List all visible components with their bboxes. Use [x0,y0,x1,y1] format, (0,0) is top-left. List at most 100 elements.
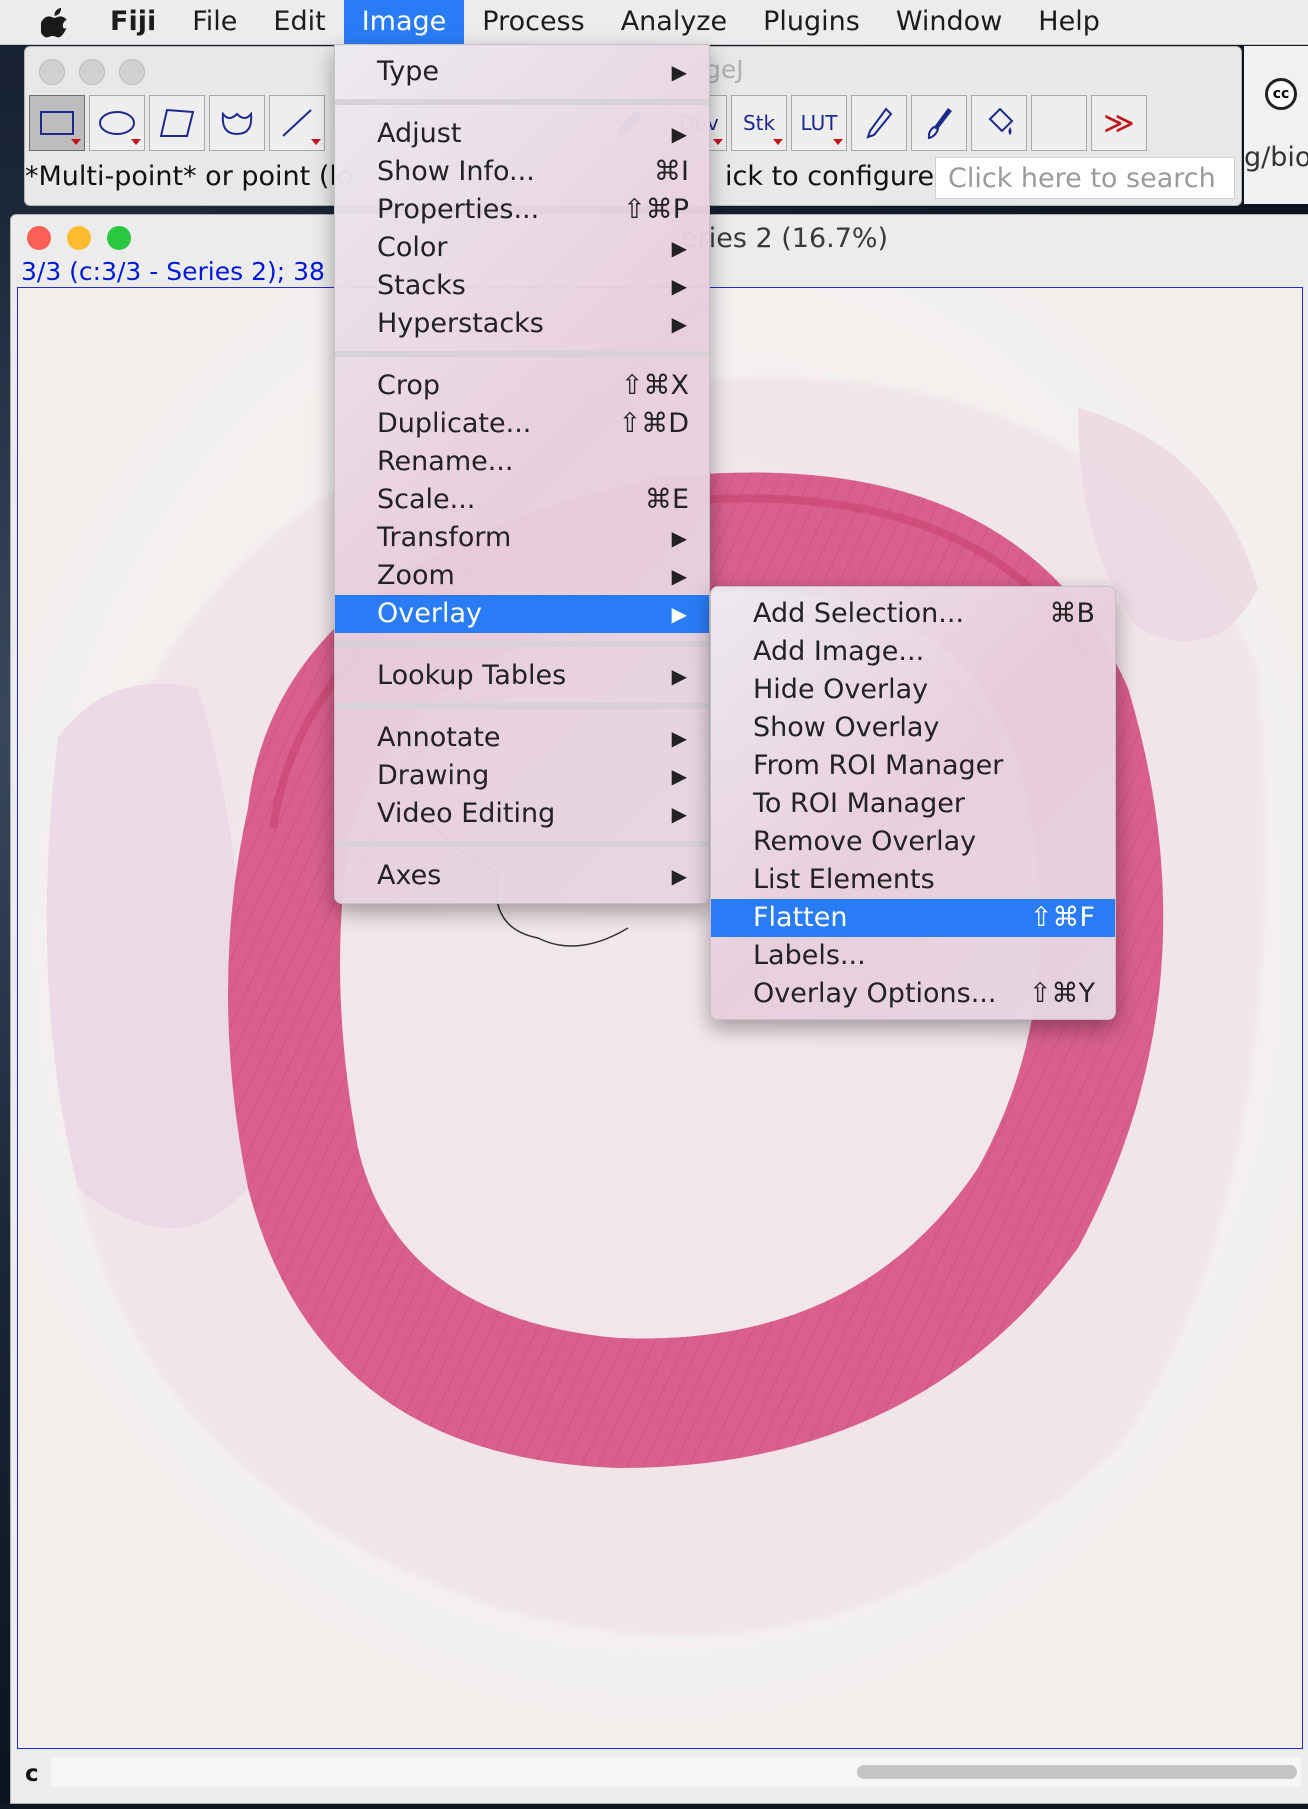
menu-item-labels[interactable]: Labels... [711,937,1115,975]
channel-scrollbar-thumb[interactable] [857,1765,1297,1779]
image-info: 3/3 (c:3/3 - Series 2); 38 [21,257,325,286]
menu-item-add-image[interactable]: Add Image... [711,633,1115,671]
menu-item-label: Add Selection... [753,598,965,629]
stk-tool-button[interactable]: Stk [731,95,787,151]
menu-item-label: Zoom [377,560,455,591]
background-window-strip [1244,46,1308,204]
menubar-image[interactable]: Image [343,0,465,44]
submenu-arrow-icon: ▶ [671,236,687,260]
menu-separator [335,641,709,647]
submenu-arrow-icon: ▶ [671,664,687,688]
menu-item-label: Stacks [377,270,466,301]
menu-item-add-selection[interactable]: Add Selection... ⌘B [711,595,1115,633]
menu-item-zoom[interactable]: Zoom ▶ [335,557,709,595]
menu-item-label: Add Image... [753,636,925,667]
submenu-arrow-icon: ▶ [671,764,687,788]
menu-item-hide-overlay[interactable]: Hide Overlay [711,671,1115,709]
submenu-arrow-icon: ▶ [671,312,687,336]
menu-item-properties[interactable]: Properties... ⇧⌘P [335,191,709,229]
menu-item-annotate[interactable]: Annotate ▶ [335,719,709,757]
menu-item-transform[interactable]: Transform ▶ [335,519,709,557]
menu-item-label: Type [377,56,440,87]
menu-item-lookup-tables[interactable]: Lookup Tables ▶ [335,657,709,695]
menu-item-label: Video Editing [377,798,556,829]
apple-icon[interactable] [0,6,110,38]
lut-label: LUT [800,111,838,135]
menu-item-stacks[interactable]: Stacks ▶ [335,267,709,305]
menubar-fiji[interactable]: Fiji [110,0,174,44]
menu-item-hyperstacks[interactable]: Hyperstacks ▶ [335,305,709,343]
close-button[interactable] [27,226,51,250]
menu-item-crop[interactable]: Crop ⇧⌘X [335,367,709,405]
menu-item-show-info[interactable]: Show Info... ⌘I [335,153,709,191]
search-input[interactable]: Click here to search [935,157,1235,199]
minimize-button[interactable] [67,226,91,250]
menu-item-remove-overlay[interactable]: Remove Overlay [711,823,1115,861]
freehand-tool-icon[interactable] [209,95,265,151]
menu-item-axes[interactable]: Axes ▶ [335,857,709,895]
submenu-arrow-icon: ▶ [671,802,687,826]
menu-item-video-editing[interactable]: Video Editing ▶ [335,795,709,833]
menu-item-label: Scale... [377,484,476,515]
submenu-arrow-icon: ▶ [671,726,687,750]
line-tool-icon[interactable] [269,95,325,151]
menubar-process[interactable]: Process [464,0,602,44]
menu-item-drawing[interactable]: Drawing ▶ [335,757,709,795]
window-title: geJ [705,55,744,84]
zoom-button[interactable] [107,226,131,250]
menubar-help[interactable]: Help [1020,0,1118,44]
menu-separator [335,351,709,357]
lut-tool-button[interactable]: LUT [791,95,847,151]
menubar-analyze[interactable]: Analyze [603,0,745,44]
brush-icon[interactable] [911,95,967,151]
zoom-button[interactable] [119,59,145,85]
menu-item-color[interactable]: Color ▶ [335,229,709,267]
menu-item-shortcut: ⌘B [1049,598,1095,629]
menu-item-shortcut: ⌘E [644,484,689,515]
submenu-arrow-icon: ▶ [671,564,687,588]
menu-separator [335,841,709,847]
oval-tool-icon[interactable] [89,95,145,151]
menu-separator [335,99,709,105]
menu-item-label: Overlay Options... [753,978,997,1009]
menu-item-label: Hide Overlay [753,674,929,705]
status-text-left: *Multi-point* or point (lo [25,161,354,192]
menu-item-overlay-options[interactable]: Overlay Options... ⇧⌘Y [711,975,1115,1013]
menubar-window[interactable]: Window [878,0,1020,44]
menu-item-flatten[interactable]: Flatten ⇧⌘F [711,899,1115,937]
menu-item-overlay[interactable]: Overlay ▶ [335,595,709,633]
menu-item-duplicate[interactable]: Duplicate... ⇧⌘D [335,405,709,443]
channel-label: c [25,1761,39,1787]
menu-item-adjust[interactable]: Adjust ▶ [335,115,709,153]
submenu-arrow-icon: ▶ [671,526,687,550]
flood-fill-icon[interactable] [971,95,1027,151]
menu-item-label: Crop [377,370,441,401]
menu-item-to-roi-manager[interactable]: To ROI Manager [711,785,1115,823]
menubar-file[interactable]: File [174,0,255,44]
pencil-icon[interactable] [851,95,907,151]
menu-item-label: Axes [377,860,442,891]
menu-item-label: From ROI Manager [753,750,1004,781]
more-tools-button[interactable]: ≫ [1091,95,1147,151]
menu-item-label: Properties... [377,194,540,225]
minimize-button[interactable] [79,59,105,85]
menu-item-scale[interactable]: Scale... ⌘E [335,481,709,519]
menu-item-label: Adjust [377,118,462,149]
stk-label: Stk [742,111,776,135]
polygon-tool-icon[interactable] [149,95,205,151]
menu-item-rename[interactable]: Rename... [335,443,709,481]
menu-item-type[interactable]: Type ▶ [335,53,709,91]
menu-item-show-overlay[interactable]: Show Overlay [711,709,1115,747]
background-window-text: g/bio- [1244,142,1308,173]
menu-item-list-elements[interactable]: List Elements [711,861,1115,899]
close-button[interactable] [39,59,65,85]
menu-separator [335,703,709,709]
menu-item-label: Labels... [753,940,866,971]
empty-tool-slot[interactable] [1031,95,1087,151]
menu-item-from-roi-manager[interactable]: From ROI Manager [711,747,1115,785]
rectangle-tool-icon[interactable] [29,95,85,151]
status-text-right: ick to configure) [725,161,945,192]
menubar-plugins[interactable]: Plugins [745,0,878,44]
menu-item-shortcut: ⇧⌘F [1029,902,1095,933]
menubar-edit[interactable]: Edit [255,0,343,44]
